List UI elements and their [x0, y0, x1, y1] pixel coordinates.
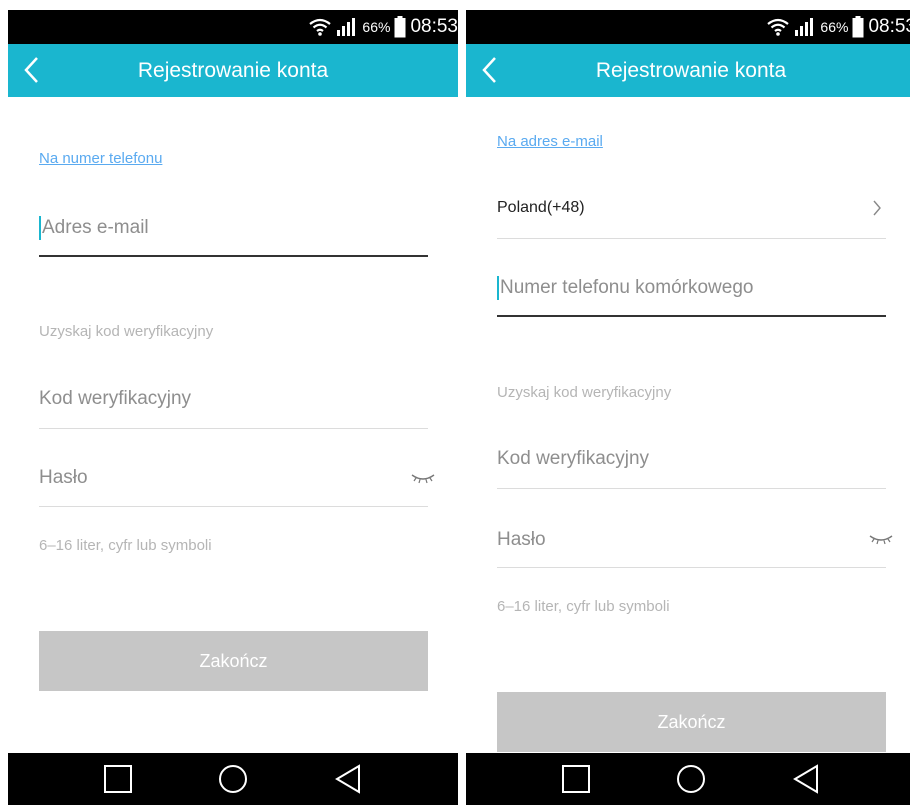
clock: 08:53: [868, 16, 910, 37]
country-selector[interactable]: Poland(+48): [497, 191, 886, 227]
app-bar: Rejestrowanie konta: [8, 44, 458, 97]
password-input[interactable]: [497, 522, 886, 558]
home-button[interactable]: [661, 753, 721, 805]
country-underline: [497, 238, 886, 239]
back-arrow-icon: [482, 57, 496, 83]
toggle-password-visibility[interactable]: [868, 532, 894, 546]
password-hint: 6–16 liter, cyfr lub symboli: [497, 598, 670, 615]
page-title: Rejestrowanie konta: [137, 59, 329, 82]
phone-underline: [497, 315, 886, 317]
recent-apps-button[interactable]: [546, 753, 606, 805]
phone-input[interactable]: [497, 270, 889, 306]
code-underline: [39, 428, 428, 429]
screen-email-registration: 66% 08:53 Rejestrowanie konta Na numer t…: [8, 10, 458, 805]
signal-icon: [337, 18, 356, 36]
eye-closed-icon: [411, 474, 435, 484]
country-code-value: Poland(+48): [497, 199, 585, 216]
recent-apps-icon: [104, 765, 132, 793]
toggle-password-visibility[interactable]: [410, 471, 436, 485]
system-nav-bar: [466, 753, 910, 805]
nav-back-button[interactable]: [776, 753, 836, 805]
phone-field[interactable]: [497, 270, 889, 306]
clock: 08:53: [410, 16, 458, 37]
battery-icon: [852, 16, 864, 38]
email-underline: [39, 255, 428, 257]
home-button[interactable]: [203, 753, 263, 805]
wifi-icon: [309, 18, 332, 36]
verification-code-field[interactable]: [39, 381, 428, 417]
back-icon: [335, 764, 360, 794]
back-arrow-icon: [24, 57, 38, 83]
back-button[interactable]: [22, 56, 42, 84]
finish-button[interactable]: Zakończ: [497, 692, 886, 752]
email-input[interactable]: [39, 210, 431, 246]
recent-apps-icon: [562, 765, 590, 793]
verification-code-field[interactable]: [497, 441, 886, 477]
back-icon: [793, 764, 818, 794]
battery-percent: 66%: [820, 19, 849, 35]
password-underline: [497, 567, 886, 568]
app-bar: Rejestrowanie konta: [466, 44, 910, 97]
password-hint: 6–16 liter, cyfr lub symboli: [39, 537, 212, 554]
verification-code-input[interactable]: [39, 381, 428, 417]
code-underline: [497, 488, 886, 489]
signal-icon: [795, 18, 814, 36]
get-verification-code-button[interactable]: Uzyskaj kod weryfikacyjny: [39, 323, 213, 340]
password-field[interactable]: [497, 522, 886, 558]
password-field[interactable]: [39, 460, 428, 496]
email-field[interactable]: [39, 210, 431, 246]
switch-to-phone-link[interactable]: Na numer telefonu: [39, 150, 162, 167]
battery-percent: 66%: [362, 19, 391, 35]
status-bar: 66% 08:53: [8, 10, 458, 44]
system-nav-bar: [8, 753, 458, 805]
password-underline: [39, 506, 428, 507]
nav-back-button[interactable]: [318, 753, 378, 805]
eye-closed-icon: [869, 535, 893, 545]
switch-to-email-link[interactable]: Na adres e-mail: [497, 133, 603, 150]
chevron-right-icon: [873, 200, 881, 216]
status-bar: 66% 08:53: [466, 10, 910, 44]
wifi-icon: [767, 18, 790, 36]
text-cursor: [39, 216, 41, 240]
recent-apps-button[interactable]: [88, 753, 148, 805]
back-button[interactable]: [480, 56, 500, 84]
password-input[interactable]: [39, 460, 428, 496]
verification-code-input[interactable]: [497, 441, 886, 477]
page-title: Rejestrowanie konta: [595, 59, 787, 82]
finish-button[interactable]: Zakończ: [39, 631, 428, 691]
battery-icon: [394, 16, 406, 38]
get-verification-code-button[interactable]: Uzyskaj kod weryfikacyjny: [497, 384, 671, 401]
screen-phone-registration: 66% 08:53 Rejestrowanie konta Na adres e…: [466, 10, 910, 805]
home-icon: [677, 765, 705, 793]
text-cursor: [497, 276, 499, 300]
home-icon: [219, 765, 247, 793]
